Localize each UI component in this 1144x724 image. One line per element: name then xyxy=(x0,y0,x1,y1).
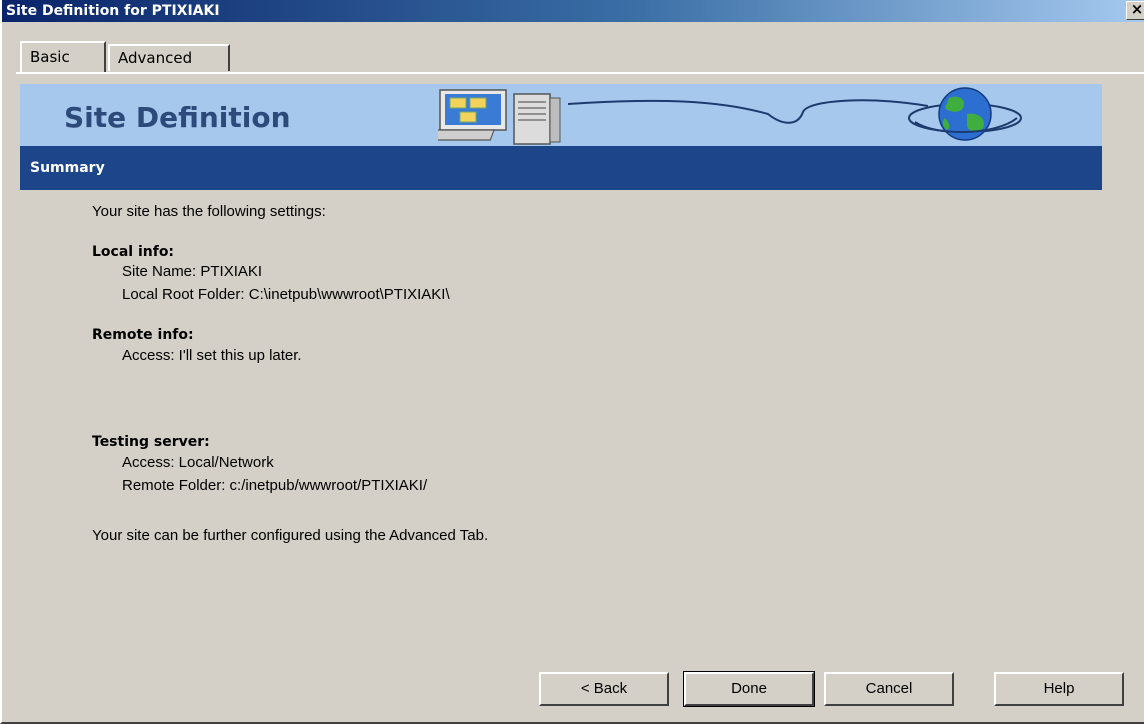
section-header: Summary xyxy=(20,146,1102,190)
window-title: Site Definition for PTIXIAKI xyxy=(6,3,220,19)
cancel-button[interactable]: Cancel xyxy=(824,672,954,706)
done-button[interactable]: Done xyxy=(683,671,815,707)
testing-remote-folder: Remote Folder: c:/inetpub/wwwroot/PTIXIA… xyxy=(122,477,428,494)
tab-advanced[interactable]: Advanced xyxy=(108,44,230,71)
section-title: Summary xyxy=(30,160,105,176)
back-button[interactable]: < Back xyxy=(539,672,669,706)
help-button[interactable]: Help xyxy=(994,672,1124,706)
testing-server-heading: Testing server: xyxy=(92,434,210,450)
banner: Site Definition xyxy=(20,84,1102,146)
local-root-folder: Local Root Folder: C:\inetpub\wwwroot\PT… xyxy=(122,286,450,303)
close-icon: × xyxy=(1130,0,1144,18)
close-button[interactable]: × xyxy=(1126,1,1144,20)
site-definition-dialog: Site Definition for PTIXIAKI × Basic Adv… xyxy=(0,0,1144,724)
computer-icon xyxy=(438,89,561,145)
remote-access: Access: I'll set this up later. xyxy=(122,347,302,364)
globe-icon xyxy=(908,87,1022,141)
remote-info-heading: Remote info: xyxy=(92,327,194,343)
banner-title: Site Definition xyxy=(64,101,291,134)
connection-line xyxy=(568,99,928,124)
title-bar[interactable]: Site Definition for PTIXIAKI × xyxy=(2,0,1144,22)
local-info-heading: Local info: xyxy=(92,244,175,260)
tab-basic[interactable]: Basic xyxy=(20,41,106,72)
summary-footer: Your site can be further configured usin… xyxy=(92,527,489,544)
testing-access: Access: Local/Network xyxy=(122,454,274,471)
summary-intro: Your site has the following settings: xyxy=(92,203,326,220)
local-site-name: Site Name: PTIXIAKI xyxy=(122,263,263,280)
